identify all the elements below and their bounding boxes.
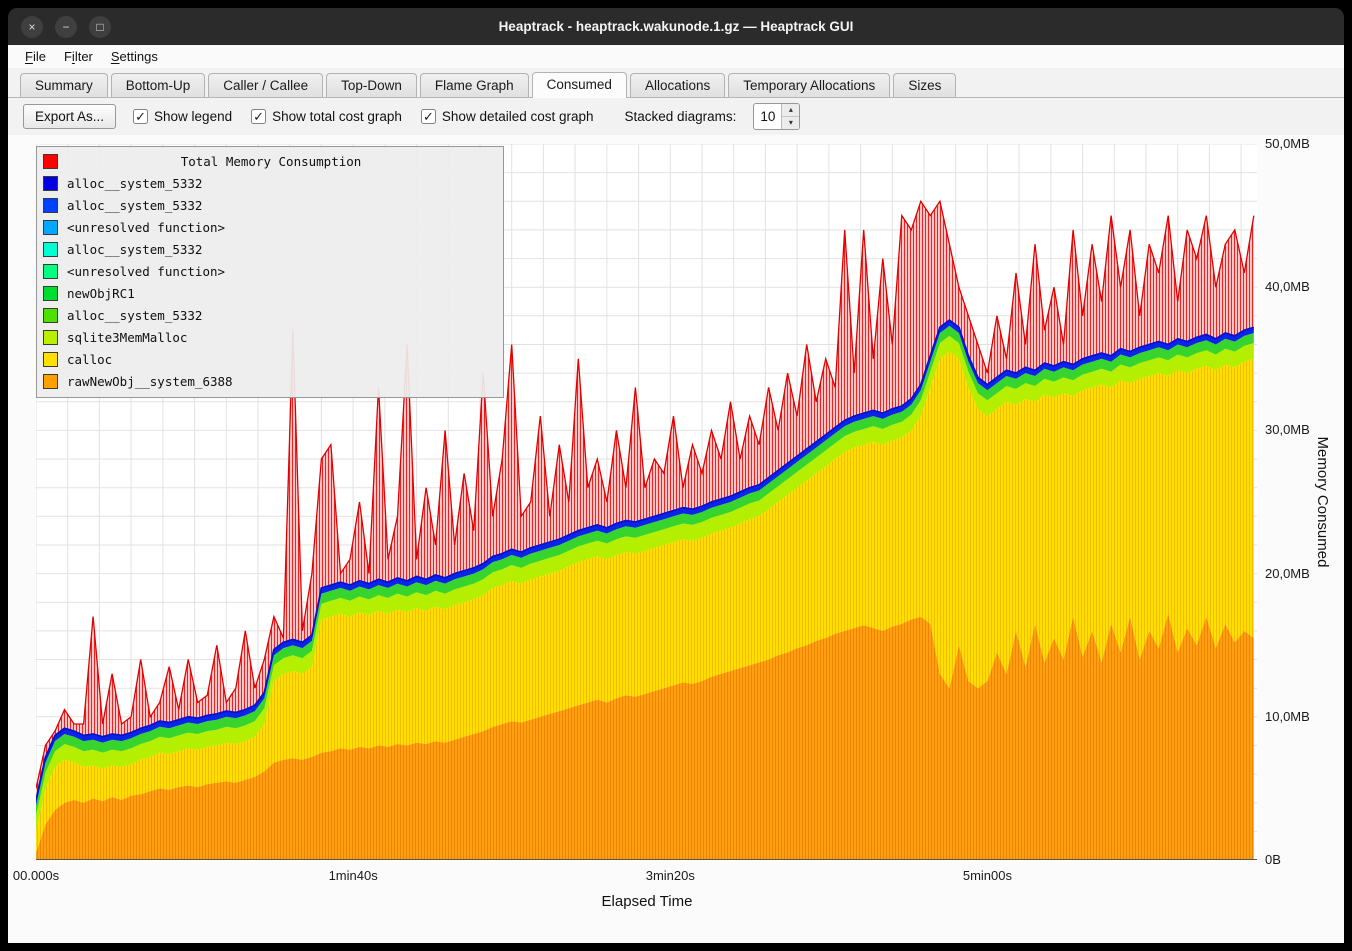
legend-swatch [43, 198, 58, 213]
y-tick-label: 40,0MB [1265, 279, 1310, 294]
tab-allocations[interactable]: Allocations [630, 73, 725, 97]
legend-item: alloc__system_5332 [43, 172, 497, 194]
checkbox-label: Show detailed cost graph [442, 109, 594, 124]
maximize-button[interactable]: □ [89, 16, 111, 38]
close-button[interactable]: × [21, 16, 43, 38]
x-axis-title: Elapsed Time [602, 893, 693, 910]
legend-item: alloc__system_5332 [43, 238, 497, 260]
legend-label: alloc__system_5332 [67, 242, 202, 257]
legend-label: rawNewObj__system_6388 [67, 374, 233, 389]
legend-label: <unresolved function> [67, 264, 225, 279]
legend-swatch [43, 242, 58, 257]
chart-area: Total Memory Consumption alloc__system_53… [8, 135, 1344, 943]
checkbox-label: Show total cost graph [272, 109, 402, 124]
checkbox-box: ✓ [251, 109, 266, 124]
legend-swatch [43, 286, 58, 301]
menu-file[interactable]: File [16, 45, 55, 68]
legend-item: <unresolved function> [43, 216, 497, 238]
x-tick-label: 1min40s [329, 868, 378, 883]
menu-filter[interactable]: Filter [55, 45, 102, 68]
spin-buttons: ▴ ▾ [781, 104, 799, 129]
stacked-diagrams-label: Stacked diagrams: [625, 109, 737, 124]
tab-bar: SummaryBottom-UpCaller / CalleeTop-DownF… [8, 68, 1344, 98]
checkbox-show-legend[interactable]: ✓ Show legend [133, 109, 232, 124]
window-title: Heaptrack - heaptrack.wakunode.1.gz — He… [8, 19, 1344, 34]
legend-item: <unresolved function> [43, 260, 497, 282]
legend-label: alloc__system_5332 [67, 198, 202, 213]
legend-swatch [43, 264, 58, 279]
export-as-button[interactable]: Export As... [23, 104, 116, 129]
legend-swatch [43, 308, 58, 323]
legend-item: alloc__system_5332 [43, 194, 497, 216]
y-tick-label: 50,0MB [1265, 136, 1310, 151]
legend-label: alloc__system_5332 [67, 176, 202, 191]
x-tick-label: 00.000s [13, 868, 59, 883]
spin-down-icon: ▾ [789, 119, 793, 127]
checkbox-show-total-cost-graph[interactable]: ✓ Show total cost graph [251, 109, 402, 124]
stacked-diagrams-value: 10 [754, 104, 781, 129]
minimize-button[interactable]: − [55, 16, 77, 38]
maximize-icon: □ [96, 20, 103, 34]
legend-item: rawNewObj__system_6388 [43, 370, 497, 392]
y-tick-label: 0B [1265, 852, 1281, 867]
window-controls: × − □ [21, 8, 111, 45]
tab-sizes[interactable]: Sizes [893, 73, 956, 97]
y-axis-title: Memory Consumed [1314, 437, 1331, 568]
legend-label: newObjRC1 [67, 286, 135, 301]
legend-title-swatch [43, 154, 58, 169]
x-tick-label: 5min00s [963, 868, 1012, 883]
y-tick-label: 30,0MB [1265, 422, 1310, 437]
checkbox-box: ✓ [421, 109, 436, 124]
tab-bottom-up[interactable]: Bottom-Up [111, 73, 206, 97]
spin-down-button[interactable]: ▾ [782, 117, 799, 129]
x-tick-label: 3min20s [646, 868, 695, 883]
legend-swatch [43, 176, 58, 191]
legend-label: alloc__system_5332 [67, 308, 202, 323]
minimize-icon: − [62, 20, 69, 34]
legend-label: <unresolved function> [67, 220, 225, 235]
chart-legend: Total Memory Consumption alloc__system_53… [36, 146, 504, 398]
legend-item: calloc [43, 348, 497, 370]
legend-title-row: Total Memory Consumption [43, 150, 497, 172]
legend-item: alloc__system_5332 [43, 304, 497, 326]
legend-title: Total Memory Consumption [67, 154, 475, 169]
menubar: FileFilterSettings [8, 45, 1344, 68]
app-body: FileFilterSettings SummaryBottom-UpCalle… [8, 45, 1344, 943]
app-window: × − □ Heaptrack - heaptrack.wakunode.1.g… [0, 0, 1352, 951]
legend-swatch [43, 352, 58, 367]
tab-summary[interactable]: Summary [20, 73, 108, 97]
tab-consumed[interactable]: Consumed [532, 72, 627, 98]
tab-top-down[interactable]: Top-Down [326, 73, 417, 97]
checkbox-show-detailed-cost-graph[interactable]: ✓ Show detailed cost graph [421, 109, 594, 124]
stacked-diagrams-spinbox[interactable]: 10 ▴ ▾ [753, 103, 800, 130]
checkbox-box: ✓ [133, 109, 148, 124]
legend-label: sqlite3MemMalloc [67, 330, 187, 345]
tab-caller-callee[interactable]: Caller / Callee [208, 73, 323, 97]
y-tick-label: 20,0MB [1265, 566, 1310, 581]
spin-up-button[interactable]: ▴ [782, 104, 799, 117]
tab-flame-graph[interactable]: Flame Graph [420, 73, 529, 97]
checkbox-label: Show legend [154, 109, 232, 124]
legend-label: calloc [67, 352, 112, 367]
legend-swatch [43, 330, 58, 345]
close-icon: × [28, 20, 35, 34]
legend-swatch [43, 374, 58, 389]
tab-temporary-allocations[interactable]: Temporary Allocations [728, 73, 890, 97]
checkbox-group: ✓ Show legend ✓ Show total cost graph ✓ Show … [133, 109, 594, 124]
spin-up-icon: ▴ [789, 106, 793, 114]
legend-swatch [43, 220, 58, 235]
y-tick-label: 10,0MB [1265, 709, 1310, 724]
toolbar: Export As... ✓ Show legend ✓ Show total cos… [8, 98, 1344, 135]
legend-item: newObjRC1 [43, 282, 497, 304]
window-titlebar: × − □ Heaptrack - heaptrack.wakunode.1.g… [8, 8, 1344, 45]
menu-settings[interactable]: Settings [102, 45, 167, 68]
legend-item: sqlite3MemMalloc [43, 326, 497, 348]
